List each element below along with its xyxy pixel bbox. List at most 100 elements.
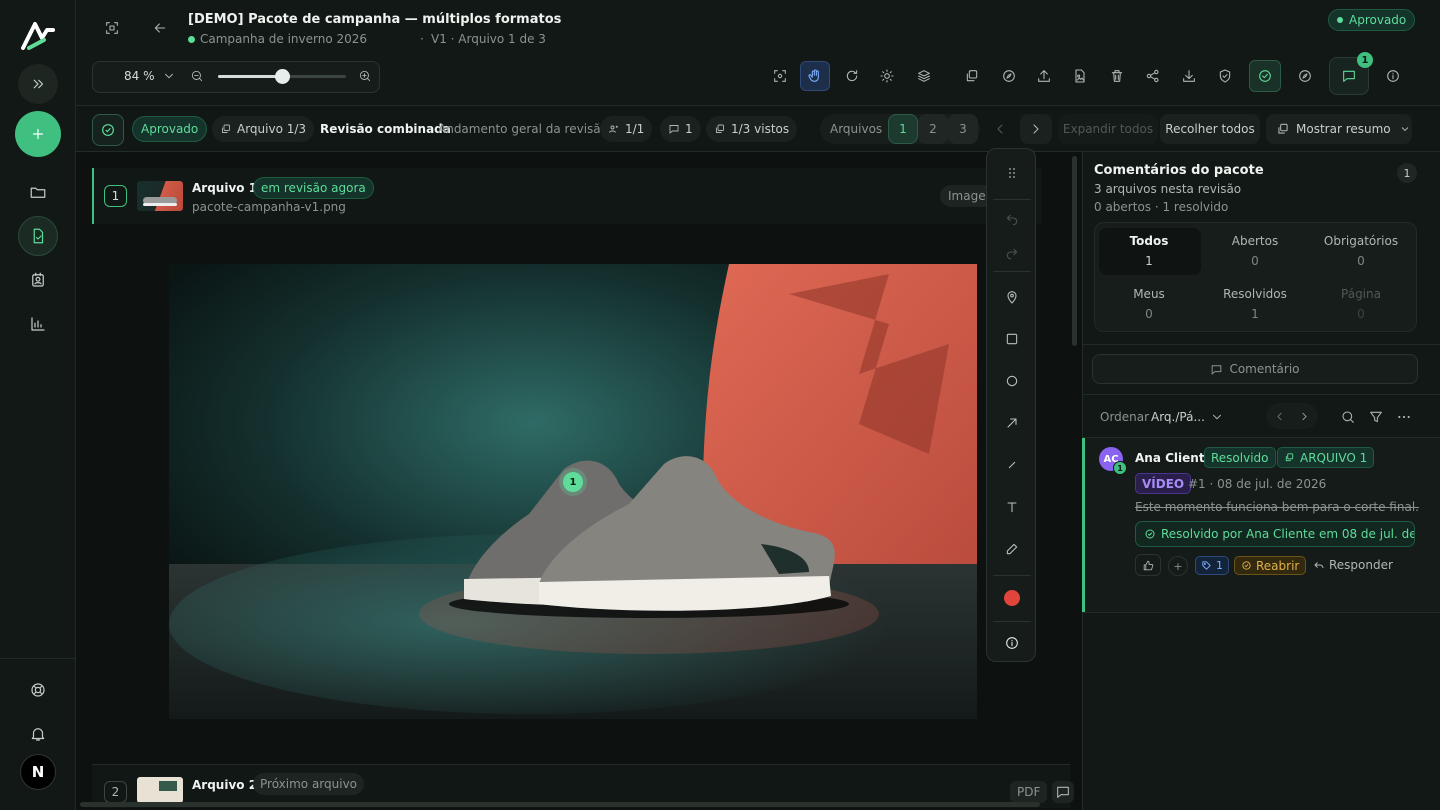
filter-all-count: 1	[1145, 254, 1153, 268]
review-status-icon[interactable]	[92, 114, 124, 146]
circle-tool-icon[interactable]	[997, 366, 1027, 396]
like-icon[interactable]	[1135, 554, 1161, 576]
pin-tool-icon[interactable]	[997, 282, 1027, 312]
filter-open[interactable]: Abertos 0	[1205, 234, 1305, 280]
upload-icon[interactable]	[1029, 61, 1059, 91]
next-file-icon[interactable]	[1020, 114, 1052, 144]
check-circle-icon	[1145, 529, 1155, 539]
pen-tool-icon[interactable]	[997, 534, 1027, 564]
more-icon[interactable]	[1396, 409, 1412, 425]
collapse-all-button[interactable]: Recolher todos	[1160, 114, 1260, 144]
annotation-toolbar	[986, 148, 1036, 662]
add-comment-button[interactable]: Comentário	[1092, 354, 1418, 384]
comments-count-badge: 1	[1357, 52, 1373, 68]
back-arrow-icon[interactable]	[150, 18, 170, 38]
next-comment-icon[interactable]	[1298, 410, 1311, 423]
file-1-status-badge: em revisão agora	[253, 177, 374, 199]
zoom-out-icon[interactable]	[190, 69, 204, 83]
review-subtitle: Andamento geral da revisão	[438, 122, 608, 136]
approve-check-icon[interactable]	[1249, 60, 1281, 92]
rectangle-tool-icon[interactable]	[997, 324, 1027, 354]
reopen-button[interactable]: Reabrir	[1234, 556, 1307, 575]
navigator-icon[interactable]	[1290, 61, 1320, 91]
file-position-chip[interactable]: Arquivo 1/3	[212, 116, 315, 142]
comment-resolved-badge: Resolvido	[1204, 447, 1276, 468]
comment-marker-1[interactable]: 1	[559, 468, 587, 496]
zoom-in-icon[interactable]	[358, 69, 372, 83]
tool-info-icon[interactable]	[997, 628, 1027, 658]
prev-comment-icon[interactable]	[1273, 410, 1286, 423]
compare-versions-icon[interactable]	[957, 61, 987, 91]
filter-required-label: Obrigatórios	[1323, 234, 1399, 248]
zoom-slider-thumb[interactable]	[275, 69, 290, 84]
sort-select[interactable]: Arq./Pá...	[1151, 410, 1205, 424]
filter-required[interactable]: Obrigatórios 0	[1311, 234, 1411, 280]
filter-page-count: 0	[1357, 307, 1365, 321]
bell-icon[interactable]	[18, 714, 58, 754]
filter-page[interactable]: Página 0	[1311, 287, 1411, 333]
layers-icon[interactable]	[909, 61, 939, 91]
trash-icon[interactable]	[1102, 61, 1132, 91]
horizontal-scrollbar[interactable]	[80, 802, 1040, 807]
text-tool-icon[interactable]	[997, 492, 1027, 522]
info-icon[interactable]	[1378, 61, 1408, 91]
prev-file-icon[interactable]	[992, 121, 1008, 137]
user-avatar[interactable]: N	[20, 754, 56, 790]
analytics-icon[interactable]	[18, 304, 58, 344]
chevron-down-icon[interactable]	[1210, 410, 1224, 424]
select-area-icon[interactable]	[765, 61, 795, 91]
copy-icon	[222, 124, 230, 133]
redo-icon[interactable]	[997, 237, 1027, 267]
refresh-icon[interactable]	[837, 61, 867, 91]
file-image-icon[interactable]	[1065, 61, 1095, 91]
reviewers-chip[interactable]: 1/1	[600, 116, 653, 142]
expand-all-button[interactable]: Expandir todos	[1058, 114, 1158, 144]
hand-tool-icon[interactable]	[800, 61, 830, 91]
zoom-value[interactable]: 84 %	[124, 69, 155, 83]
file-tab-2[interactable]: 2	[918, 114, 948, 144]
summary-icon	[1278, 123, 1288, 134]
reply-button[interactable]: Responder	[1313, 558, 1393, 572]
help-icon[interactable]	[18, 670, 58, 710]
filter-all[interactable]: Todos 1	[1099, 234, 1199, 280]
app-logo[interactable]	[20, 20, 56, 52]
share-icon[interactable]	[1138, 61, 1168, 91]
tag-count-chip[interactable]: 1	[1195, 556, 1229, 575]
drag-handle-icon[interactable]	[997, 158, 1027, 188]
file-tab-3[interactable]: 3	[948, 114, 978, 144]
search-icon[interactable]	[1340, 409, 1356, 425]
filter-resolved[interactable]: Resolvidos 1	[1205, 287, 1305, 333]
new-item-button[interactable]	[15, 111, 61, 157]
canvas-scrollbar[interactable]	[1072, 156, 1077, 346]
compass-icon[interactable]	[994, 61, 1024, 91]
resolved-note: Resolvido por Ana Cliente em 08 de jul. …	[1135, 521, 1415, 547]
filter-mine[interactable]: Meus 0	[1099, 287, 1199, 333]
file-2-comment-icon[interactable]	[1052, 781, 1074, 803]
brightness-icon[interactable]	[872, 61, 902, 91]
add-reaction-button[interactable]: +	[1168, 556, 1188, 576]
color-picker-swatch[interactable]	[997, 583, 1027, 613]
download-icon[interactable]	[1174, 61, 1204, 91]
arrow-tool-icon[interactable]	[997, 408, 1027, 438]
file-card-1[interactable]	[92, 168, 1042, 224]
red-color-swatch	[1004, 590, 1020, 606]
show-summary-button[interactable]: Mostrar resumo	[1266, 114, 1412, 144]
filter-open-label: Abertos	[1231, 234, 1279, 248]
undo-icon[interactable]	[997, 203, 1027, 233]
focus-frame-icon[interactable]	[102, 18, 122, 38]
tag-count: 1	[1216, 559, 1223, 572]
filter-icon[interactable]	[1368, 409, 1384, 425]
comment-file-tag[interactable]: ARQUIVO 1	[1277, 447, 1375, 468]
comment-marker-label: 1	[563, 472, 583, 492]
folder-icon[interactable]	[18, 172, 58, 212]
chevron-down-icon[interactable]	[162, 69, 176, 83]
line-tool-icon[interactable]	[997, 450, 1027, 480]
file-tab-1[interactable]: 1	[888, 114, 918, 144]
contacts-icon[interactable]	[18, 260, 58, 300]
user-initial: N	[31, 763, 45, 781]
shield-check-icon[interactable]	[1210, 61, 1240, 91]
comments-chip[interactable]: 1	[660, 116, 701, 142]
review-files-icon[interactable]	[18, 216, 58, 256]
views-chip[interactable]: 1/3 vistos	[706, 116, 798, 142]
expand-rail-button[interactable]	[18, 64, 58, 104]
